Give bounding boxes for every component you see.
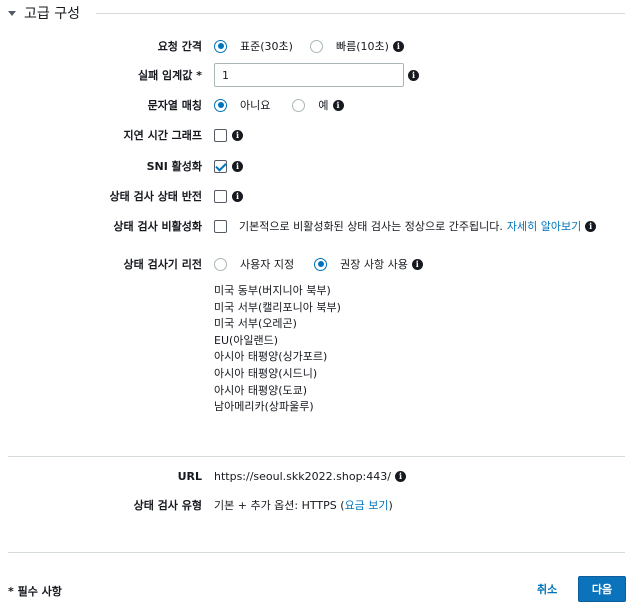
list-item: 아시아 태평양(싱가포르) [214, 350, 328, 364]
radio-no[interactable] [214, 98, 227, 112]
string-matching-label: 문자열 매칭 [147, 99, 202, 112]
radio-custom-regions[interactable] [214, 257, 227, 271]
caret-down-icon [8, 10, 16, 16]
cancel-button[interactable]: 취소 [537, 581, 557, 597]
next-button[interactable]: 다음 [578, 576, 626, 602]
radio-standard[interactable] [214, 39, 227, 53]
list-item: 미국 서부(오레곤) [214, 317, 297, 331]
region-list: 미국 동부(버지니아 북부) 미국 서부(캘리포니아 북부) 미국 서부(오레곤… [214, 283, 341, 416]
list-item: 남아메리카(상파울루) [214, 400, 314, 414]
radio-recommended-regions[interactable] [314, 257, 328, 271]
disable-check-label: 상태 검사 비활성화 [113, 220, 202, 233]
radio-custom-regions-label: 사용자 지정 [240, 258, 295, 271]
divider [8, 456, 625, 457]
failure-threshold-row: 실패 임계값 * i [0, 63, 633, 87]
request-interval-row: 요청 간격 표준(30초) 빠름(10초) i [0, 38, 633, 54]
url-row: URL https://seoul.skk2022.shop:443/ i [0, 468, 633, 484]
check-type-suffix: ) [388, 498, 393, 512]
list-item: 미국 동부(버지니아 북부) [214, 284, 331, 297]
url-label: URL [177, 469, 202, 483]
info-icon[interactable]: i [232, 129, 243, 141]
radio-fast-label: 빠름(10초) [335, 40, 389, 53]
disable-check-row: 상태 검사 비활성화 기본적으로 비활성화된 상태 검사는 정상으로 간주됩니다… [0, 218, 633, 234]
check-type-row: 상태 검사 유형 기본 + 추가 옵션: HTTPS ( 요금 보기 ) [0, 497, 633, 513]
failure-threshold-input[interactable] [214, 63, 404, 87]
check-type-value: 기본 + 추가 옵션: HTTPS ( [214, 499, 345, 512]
radio-recommended-regions-label: 권장 사항 사용 [340, 258, 408, 271]
info-icon[interactable]: i [408, 69, 419, 81]
required-note: * 필수 사항 [8, 585, 62, 598]
failure-threshold-label: 실패 임계값 * [137, 69, 202, 82]
info-icon[interactable]: i [411, 258, 423, 270]
info-icon[interactable]: i [585, 220, 597, 232]
info-icon[interactable]: i [394, 470, 406, 482]
latency-graph-row: 지연 시간 그래프 i [0, 127, 633, 143]
learn-more-link[interactable]: 자세히 알아보기 [507, 218, 581, 234]
request-interval-label: 요청 간격 [157, 40, 202, 53]
radio-fast[interactable] [309, 39, 323, 53]
latency-graph-label: 지연 시간 그래프 [123, 129, 203, 142]
sni-label: SNI 활성화 [146, 160, 202, 173]
info-icon[interactable]: i [232, 160, 243, 172]
list-item: 아시아 태평양(시드니) [214, 366, 318, 380]
info-icon[interactable]: i [232, 190, 243, 202]
sni-row: SNI 활성화 i [0, 158, 633, 174]
view-pricing-link[interactable]: 요금 보기 [345, 497, 389, 513]
advanced-config-toggle[interactable]: 고급 구성 [8, 3, 80, 23]
url-value: https://seoul.skk2022.shop:443/ [214, 469, 391, 483]
radio-yes[interactable] [292, 98, 306, 112]
regions-row: 상태 검사기 리전 사용자 지정 권장 사항 사용 i [0, 256, 633, 272]
invert-status-checkbox[interactable] [214, 189, 227, 203]
sni-checkbox[interactable] [214, 159, 227, 173]
string-matching-row: 문자열 매칭 아니요 예 i [0, 97, 633, 113]
invert-status-label: 상태 검사 상태 반전 [109, 190, 202, 203]
radio-no-label: 아니요 [240, 99, 271, 112]
list-item: 미국 서부(캘리포니아 북부) [214, 300, 341, 314]
invert-status-row: 상태 검사 상태 반전 i [0, 188, 633, 204]
section-divider [96, 13, 625, 14]
latency-graph-checkbox[interactable] [214, 128, 227, 142]
check-type-label: 상태 검사 유형 [133, 499, 202, 512]
info-icon[interactable]: i [392, 40, 404, 52]
list-item: EU(아일랜드) [214, 333, 279, 347]
list-item: 아시아 태평양(도쿄) [214, 383, 308, 397]
regions-label: 상태 검사기 리전 [123, 258, 203, 271]
radio-yes-label: 예 [318, 99, 329, 112]
disable-check-description: 기본적으로 비활성화된 상태 검사는 정상으로 간주됩니다. [239, 220, 503, 233]
disable-check-checkbox[interactable] [214, 219, 227, 233]
divider [8, 552, 625, 553]
section-title: 고급 구성 [24, 6, 80, 22]
info-icon[interactable]: i [332, 99, 344, 111]
radio-standard-label: 표준(30초) [240, 40, 293, 53]
